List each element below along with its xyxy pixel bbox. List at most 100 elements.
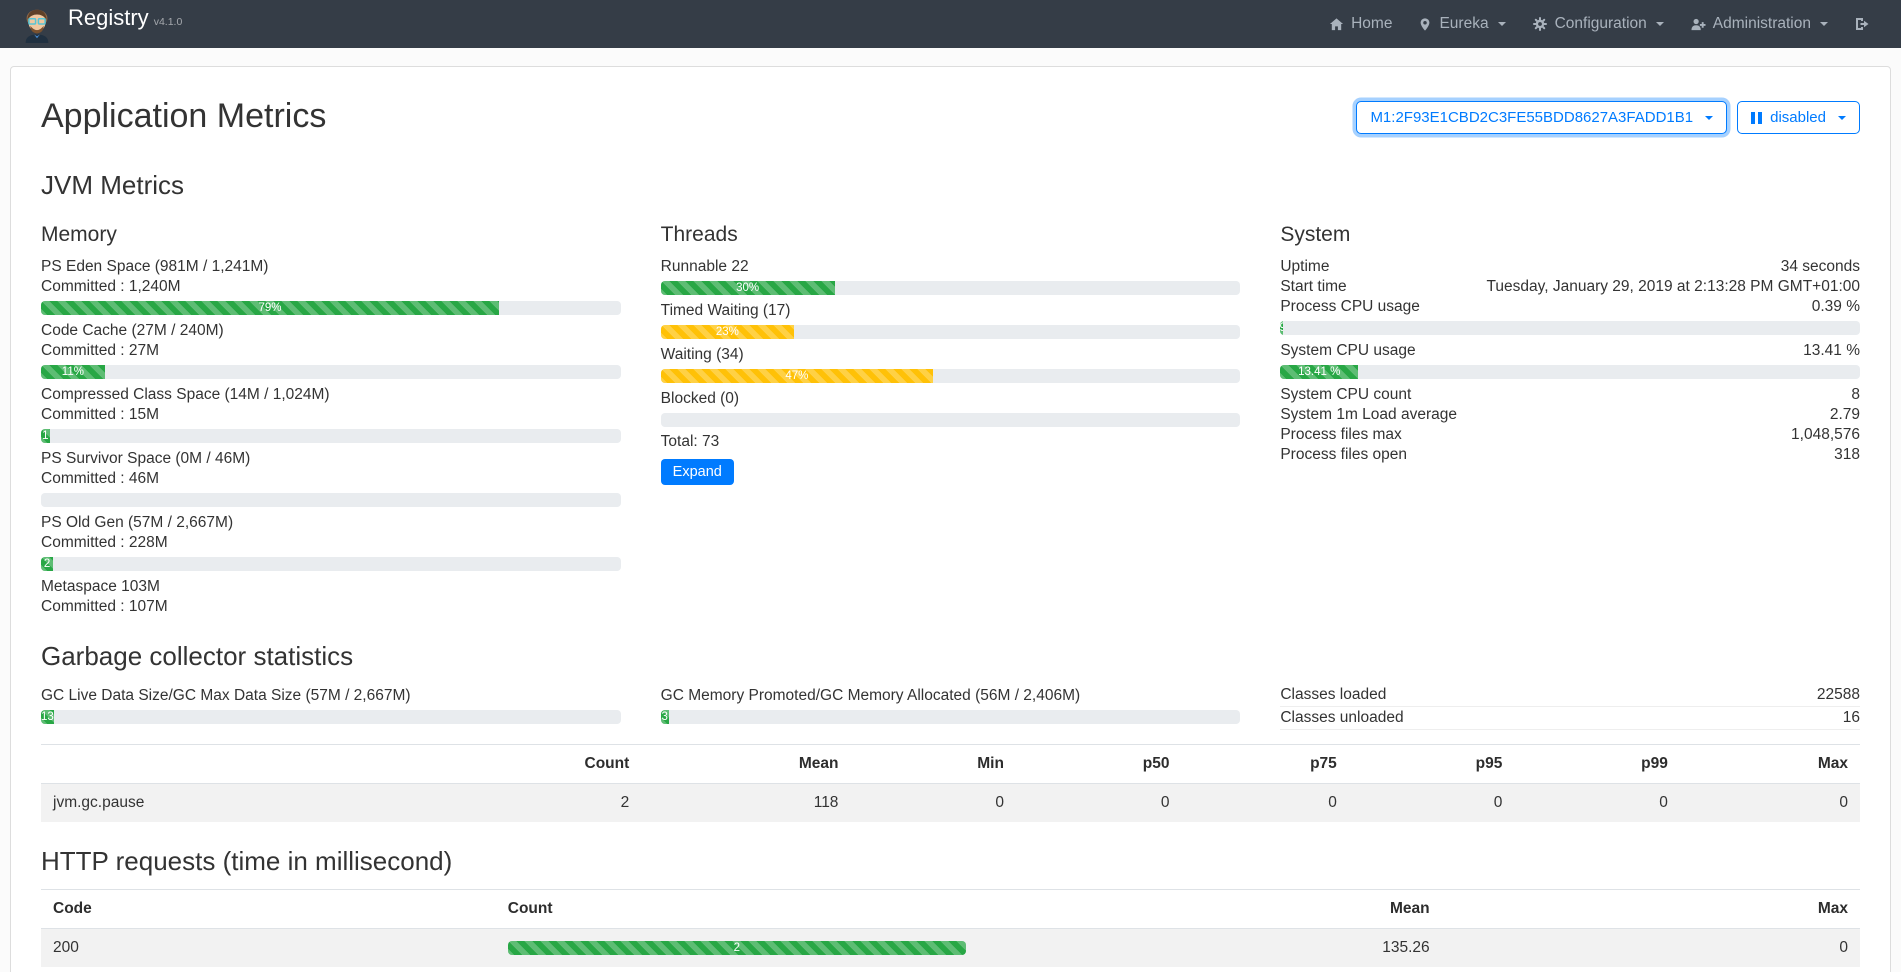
http-requests-table: CodeCountMeanMax2002135.260 xyxy=(41,889,1860,967)
thread-metric: Runnable 2230% xyxy=(661,257,1241,295)
pause-icon xyxy=(1751,112,1762,124)
memory-metric: PS Survivor Space (0M / 46M)Committed : … xyxy=(41,449,621,507)
system-row: System CPU usage13.41 % xyxy=(1280,341,1860,361)
system-row-value: 8 xyxy=(1851,385,1860,405)
system-column: System Uptime34 secondsStart timeTuesday… xyxy=(1280,213,1860,617)
chevron-down-icon xyxy=(1820,22,1828,26)
table-cell: 118 xyxy=(641,784,850,823)
table-cell: 135.26 xyxy=(978,929,1442,968)
progress-bar: 23% xyxy=(661,325,1241,339)
memory-metric-label: PS Old Gen (57M / 2,667M) xyxy=(41,513,621,533)
refresh-toggle-dropdown[interactable]: disabled xyxy=(1737,101,1860,134)
progress-bar: 13 xyxy=(41,710,621,724)
column-header: Mean xyxy=(641,745,850,784)
brand[interactable]: Registry v4.1.0 xyxy=(18,5,182,43)
column-header xyxy=(41,745,441,784)
system-row-value: 2.79 xyxy=(1830,405,1860,425)
system-row: Process files max 1,048,576 xyxy=(1280,425,1860,445)
progress-bar xyxy=(41,493,621,507)
memory-metric-label: Compressed Class Space (14M / 1,024M) xyxy=(41,385,621,405)
system-row: Start timeTuesday, January 29, 2019 at 2… xyxy=(1280,277,1860,297)
progress-bar: 11% xyxy=(41,365,621,379)
progress-bar-fill: 2 xyxy=(41,557,53,571)
memory-metric-committed: Committed : 1,240M xyxy=(41,277,621,297)
thread-metric-label: Blocked (0) xyxy=(661,389,1241,409)
system-row: Process CPU usage 0.39 % xyxy=(1280,297,1860,317)
column-header: Max xyxy=(1442,890,1860,929)
progress-bar: 3 xyxy=(661,710,1241,724)
memory-metric: Compressed Class Space (14M / 1,024M)Com… xyxy=(41,385,621,443)
column-header: Count xyxy=(441,745,641,784)
navbar: Registry v4.1.0 Home Eureka xyxy=(0,0,1901,48)
progress-bar: 30% xyxy=(661,281,1241,295)
threads-column: Threads Runnable 2230%Timed Waiting (17)… xyxy=(661,213,1241,617)
progress-bar-fill: 1 xyxy=(41,429,50,443)
memory-metric-label: PS Eden Space (981M / 1,241M) xyxy=(41,257,621,277)
gc-bar-label: GC Memory Promoted/GC Memory Allocated (… xyxy=(661,686,1241,706)
system-row-value: 0.39 % xyxy=(1812,297,1860,317)
nav-item-administration[interactable]: Administration xyxy=(1677,15,1841,33)
jvm-columns: Memory PS Eden Space (981M / 1,241M)Comm… xyxy=(41,213,1860,617)
memory-metric-committed: Committed : 27M xyxy=(41,341,621,361)
gc-columns: GC Live Data Size/GC Max Data Size (57M … xyxy=(41,684,1860,730)
title-row: Application Metrics M1:2F93E1CBD2C3FE55B… xyxy=(41,89,1860,146)
jhipster-logo-icon xyxy=(18,5,56,43)
table-cell: 2 xyxy=(496,929,978,968)
nav-item-configuration[interactable]: Configuration xyxy=(1519,15,1677,33)
system-row: System CPU count 8 xyxy=(1280,385,1860,405)
progress-bar-fill: 23% xyxy=(661,325,794,339)
version-label: v4.1.0 xyxy=(154,16,183,28)
nav-item-eureka[interactable]: Eureka xyxy=(1405,15,1518,33)
thread-metric-label: Timed Waiting (17) xyxy=(661,301,1241,321)
memory-metric-label: Code Cache (27M / 240M) xyxy=(41,321,621,341)
system-row-value: 1,048,576 xyxy=(1791,425,1860,445)
system-row-value: 318 xyxy=(1834,445,1860,465)
table-cell: 0 xyxy=(850,784,1016,823)
column-header: Min xyxy=(850,745,1016,784)
chevron-down-icon xyxy=(1498,22,1506,26)
progress-bar xyxy=(661,413,1241,427)
thread-metric: Waiting (34)47% xyxy=(661,345,1241,383)
gc-classes-row: Classes unloaded16 xyxy=(1280,707,1860,730)
memory-metric-label: Metaspace 103M xyxy=(41,577,621,597)
gc-pause-table: CountMeanMinp50p75p95p99Maxjvm.gc.pause2… xyxy=(41,744,1860,822)
expand-button[interactable]: Expand xyxy=(661,459,734,485)
table-header-row: CodeCountMeanMax xyxy=(41,890,1860,929)
instance-selector-dropdown[interactable]: M1:2F93E1CBD2C3FE55BDD8627A3FADD1B1 xyxy=(1356,101,1727,134)
chevron-down-icon xyxy=(1838,116,1846,120)
gc-classes-value: 16 xyxy=(1843,708,1860,728)
signout-button[interactable] xyxy=(1841,16,1883,32)
column-header: Code xyxy=(41,890,496,929)
content-card: Application Metrics M1:2F93E1CBD2C3FE55B… xyxy=(10,66,1891,972)
system-row-label: Process CPU usage xyxy=(1280,297,1420,317)
system-row-value: 34 seconds xyxy=(1781,257,1860,277)
gear-icon xyxy=(1532,16,1548,32)
progress-bar-fill: 30% xyxy=(661,281,835,295)
chevron-down-icon xyxy=(1705,116,1713,120)
system-row: System 1m Load average 2.79 xyxy=(1280,405,1860,425)
column-header: p95 xyxy=(1349,745,1515,784)
memory-heading: Memory xyxy=(41,223,621,247)
table-cell: 0 xyxy=(1680,784,1860,823)
map-marker-icon xyxy=(1418,17,1432,32)
table-cell: jvm.gc.pause xyxy=(41,784,441,823)
refresh-toggle-label: disabled xyxy=(1770,109,1826,126)
brand-title: Registry xyxy=(68,5,149,31)
memory-metric-committed: Committed : 228M xyxy=(41,533,621,553)
table-header-row: CountMeanMinp50p75p95p99Max xyxy=(41,745,1860,784)
progress-bar-fill: 79% xyxy=(41,301,499,315)
system-row-label: System CPU count xyxy=(1280,385,1411,405)
memory-metric-committed: Committed : 107M xyxy=(41,597,621,617)
system-row-label: Process files max xyxy=(1280,425,1401,445)
system-row-value: Tuesday, January 29, 2019 at 2:13:28 PM … xyxy=(1487,277,1861,297)
nav-item-home[interactable]: Home xyxy=(1316,15,1405,33)
sign-out-icon xyxy=(1854,16,1870,32)
system-row-label: Process files open xyxy=(1280,445,1407,465)
system-row-label: System 1m Load average xyxy=(1280,405,1457,425)
page-title: Application Metrics xyxy=(41,97,326,136)
memory-metric-label: PS Survivor Space (0M / 46M) xyxy=(41,449,621,469)
column-header: p75 xyxy=(1181,745,1348,784)
home-icon xyxy=(1329,17,1344,32)
table-row: 2002135.260 xyxy=(41,929,1860,968)
system-heading: System xyxy=(1280,223,1860,247)
